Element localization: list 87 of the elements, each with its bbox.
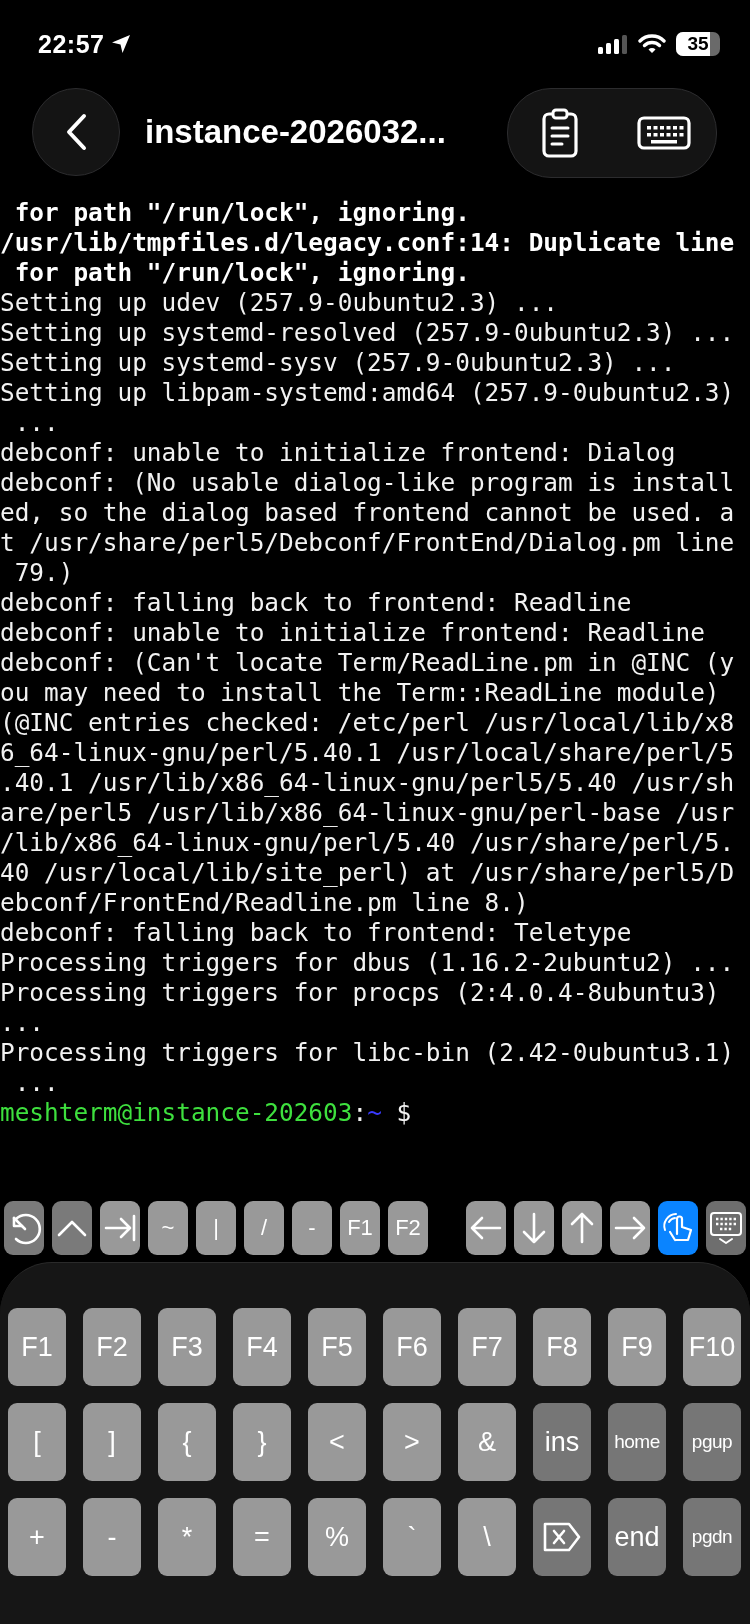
toolbar-button[interactable]	[100, 1201, 140, 1255]
terminal-line: ebconf/FrontEnd/Readline.pm line 8.)	[0, 888, 529, 918]
keyboard-hide-icon	[708, 1210, 744, 1246]
terminal-line: debconf: falling back to frontend: Teletype	[0, 918, 632, 948]
key-button[interactable]: ~	[148, 1201, 188, 1255]
key-button[interactable]: |	[196, 1201, 236, 1255]
terminal-line: /usr/lib/tmpfiles.d/legacy.conf:14: Duplicate line	[0, 228, 735, 258]
key-button[interactable]: home	[608, 1403, 666, 1481]
key-button[interactable]: ]	[83, 1403, 141, 1481]
key-button[interactable]: }	[233, 1403, 291, 1481]
terminal-line: Processing triggers for libc-bin (2.42-0ubuntu3.1)	[0, 1038, 735, 1068]
terminal-line: debconf: unable to initialize frontend: Dialog	[0, 438, 676, 468]
chevron-left-icon	[65, 113, 87, 151]
toolbar-button[interactable]	[4, 1201, 44, 1255]
key-button[interactable]: pgdn	[683, 1498, 741, 1576]
toolbar-button[interactable]	[658, 1201, 698, 1255]
key-button[interactable]: \	[458, 1498, 516, 1576]
toolbar-button[interactable]	[610, 1201, 650, 1255]
session-title: instance-2026032...	[145, 112, 447, 152]
terminal-line: for path "/run/lock", ignoring.	[13, 258, 470, 288]
key-button[interactable]: F7	[458, 1308, 516, 1386]
terminal-line: for path "/run/lock", ignoring.	[13, 198, 470, 228]
terminal-line: /lib/x86_64-linux-gnu/perl/5.40 /usr/share/perl/5.	[0, 828, 735, 858]
toolbar-button[interactable]	[562, 1201, 602, 1255]
key-button[interactable]: F2	[83, 1308, 141, 1386]
terminal-line: ou may need to install the Term::ReadLine module)	[0, 678, 720, 708]
terminal-line: Setting up udev (257.9-0ubuntu2.3) ...	[0, 288, 558, 318]
key-button[interactable]: end	[608, 1498, 666, 1576]
key-button[interactable]: =	[233, 1498, 291, 1576]
toolbar-button[interactable]	[514, 1201, 554, 1255]
key-button[interactable]: <	[308, 1403, 366, 1481]
key-button[interactable]: -	[83, 1498, 141, 1576]
delete-icon	[542, 1521, 582, 1553]
toolbar-button[interactable]	[466, 1201, 506, 1255]
key-button[interactable]: *	[158, 1498, 216, 1576]
key-button[interactable]: &	[458, 1403, 516, 1481]
key-button[interactable]: pgup	[683, 1403, 741, 1481]
terminal-line: 79.)	[13, 558, 74, 588]
key-button[interactable]: {	[158, 1403, 216, 1481]
terminal-line: ...	[13, 1068, 59, 1098]
key-button[interactable]: /	[244, 1201, 284, 1255]
terminal-line: debconf: (Can't locate Term/ReadLine.pm in @INC (y	[0, 648, 735, 678]
terminal-line: debconf: unable to initialize frontend: Readline	[0, 618, 705, 648]
key-button[interactable]: F3	[158, 1308, 216, 1386]
keyboard-icon	[637, 116, 691, 150]
terminal-line: are/perl5 /usr/lib/x86_64-linux-gnu/perl-base /usr	[0, 798, 735, 828]
terminal-line: Setting up systemd-sysv (257.9-0ubuntu2.3) ...	[0, 348, 676, 378]
key-button[interactable]: [	[8, 1403, 66, 1481]
shell-prompt: meshterm@instance-202603:~ $	[0, 1098, 412, 1128]
key-button[interactable]: %	[308, 1498, 366, 1576]
toolbar-button[interactable]	[706, 1201, 746, 1255]
key-button[interactable]: F6	[383, 1308, 441, 1386]
key-button[interactable]: F1	[8, 1308, 66, 1386]
key-button[interactable]: ins	[533, 1403, 591, 1481]
terminal-line: (@INC entries checked: /etc/perl /usr/local/lib/x8	[0, 708, 735, 738]
terminal-line: Processing triggers for dbus (1.16.2-2ubuntu2) ...	[0, 948, 735, 978]
battery-level: 35	[687, 33, 709, 55]
terminal-line: ...	[13, 408, 59, 438]
toolbar-button[interactable]	[52, 1201, 92, 1255]
terminal-line: ...	[0, 1008, 45, 1038]
key-button[interactable]: `	[383, 1498, 441, 1576]
key-button[interactable]: >	[383, 1403, 441, 1481]
terminal-line: .40.1 /usr/lib/x86_64-linux-gnu/perl5/5.40 /usr/sh	[0, 768, 735, 798]
key-button[interactable]: F5	[308, 1308, 366, 1386]
terminal-line: ed, so the dialog based frontend cannot be used. a	[0, 498, 735, 528]
clock-time: 22:57	[38, 29, 105, 59]
delete-key[interactable]	[533, 1498, 591, 1576]
terminal-line: Processing triggers for procps (2:4.0.4-8ubuntu3)	[0, 978, 720, 1008]
wifi-icon	[638, 34, 666, 54]
terminal-line: Setting up systemd-resolved (257.9-0ubuntu2.3) ...	[0, 318, 735, 348]
key-button[interactable]: F2	[388, 1201, 428, 1255]
key-button[interactable]: -	[292, 1201, 332, 1255]
clipboard-icon	[541, 108, 579, 158]
key-button[interactable]: +	[8, 1498, 66, 1576]
terminal-line: Setting up libpam-systemd:amd64 (257.9-0ubuntu2.3)	[0, 378, 735, 408]
key-button[interactable]: F4	[233, 1308, 291, 1386]
key-button[interactable]: F8	[533, 1308, 591, 1386]
signal-icon	[598, 34, 628, 54]
terminal-line: 6_64-linux-gnu/perl/5.40.1 /usr/local/share/perl/5	[0, 738, 735, 768]
terminal-line: debconf: (No usable dialog-like program is install	[0, 468, 735, 498]
key-button[interactable]: F10	[683, 1308, 741, 1386]
key-button[interactable]: F9	[608, 1308, 666, 1386]
terminal-line: debconf: falling back to frontend: Readline	[0, 588, 632, 618]
key-button[interactable]: F1	[340, 1201, 380, 1255]
terminal-line: 40 /usr/local/lib/site_perl) at /usr/share/perl5/D	[0, 858, 735, 888]
terminal-line: t /usr/share/perl5/Debconf/FrontEnd/Dialog.pm line	[0, 528, 735, 558]
location-arrow-icon	[110, 33, 133, 55]
